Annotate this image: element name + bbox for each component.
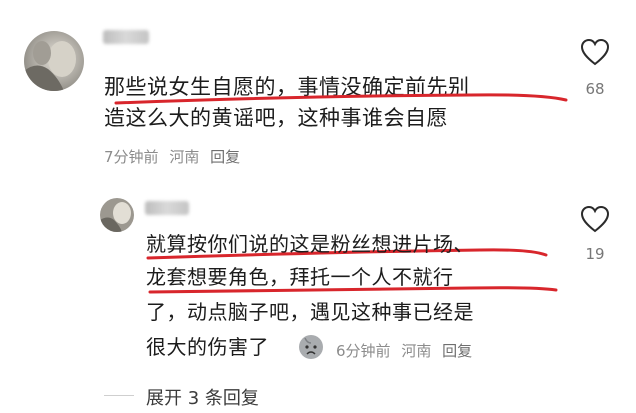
reply-line-1: 就算按你们说的这是粉丝想进片场、 bbox=[146, 232, 474, 256]
heart-outline-icon[interactable] bbox=[580, 205, 610, 233]
comment-like-count: 68 bbox=[585, 80, 605, 98]
reply-meta: 6分钟前 河南 回复 bbox=[336, 340, 478, 361]
reply-like-count: 19 bbox=[585, 245, 605, 263]
heart-outline-icon[interactable] bbox=[580, 38, 610, 66]
comment-location: 河南 bbox=[169, 148, 200, 166]
comment-avatar[interactable] bbox=[24, 31, 84, 91]
comment-line-2: 造这么大的黄谣吧，这种事谁会自愿 bbox=[104, 106, 448, 130]
expand-replies-button[interactable]: 展开 3 条回复 bbox=[146, 384, 259, 410]
reply-location: 河南 bbox=[401, 342, 432, 360]
reply-time: 6分钟前 bbox=[336, 342, 391, 360]
reply-avatar[interactable] bbox=[100, 198, 134, 232]
comment-time: 7分钟前 bbox=[104, 148, 159, 166]
sad-face-emoji bbox=[298, 334, 324, 360]
comment-username-blurred[interactable] bbox=[103, 30, 149, 44]
reply-line-3: 了，动点脑子吧，遇见这种事已经是 bbox=[146, 300, 474, 324]
comment-line-1: 那些说女生自愿的，事情没确定前先别 bbox=[104, 75, 470, 99]
reply-reply-button[interactable]: 回复 bbox=[442, 342, 472, 360]
reply-username-blurred[interactable] bbox=[145, 201, 189, 215]
comment-reply-button[interactable]: 回复 bbox=[210, 148, 240, 166]
reply-line-4: 很大的伤害了 bbox=[146, 335, 269, 359]
expand-divider bbox=[104, 395, 134, 396]
reply-line-2: 龙套想要角色，拜托一个人不就行 bbox=[146, 265, 454, 289]
comment-meta: 7分钟前 河南 回复 bbox=[104, 146, 246, 167]
